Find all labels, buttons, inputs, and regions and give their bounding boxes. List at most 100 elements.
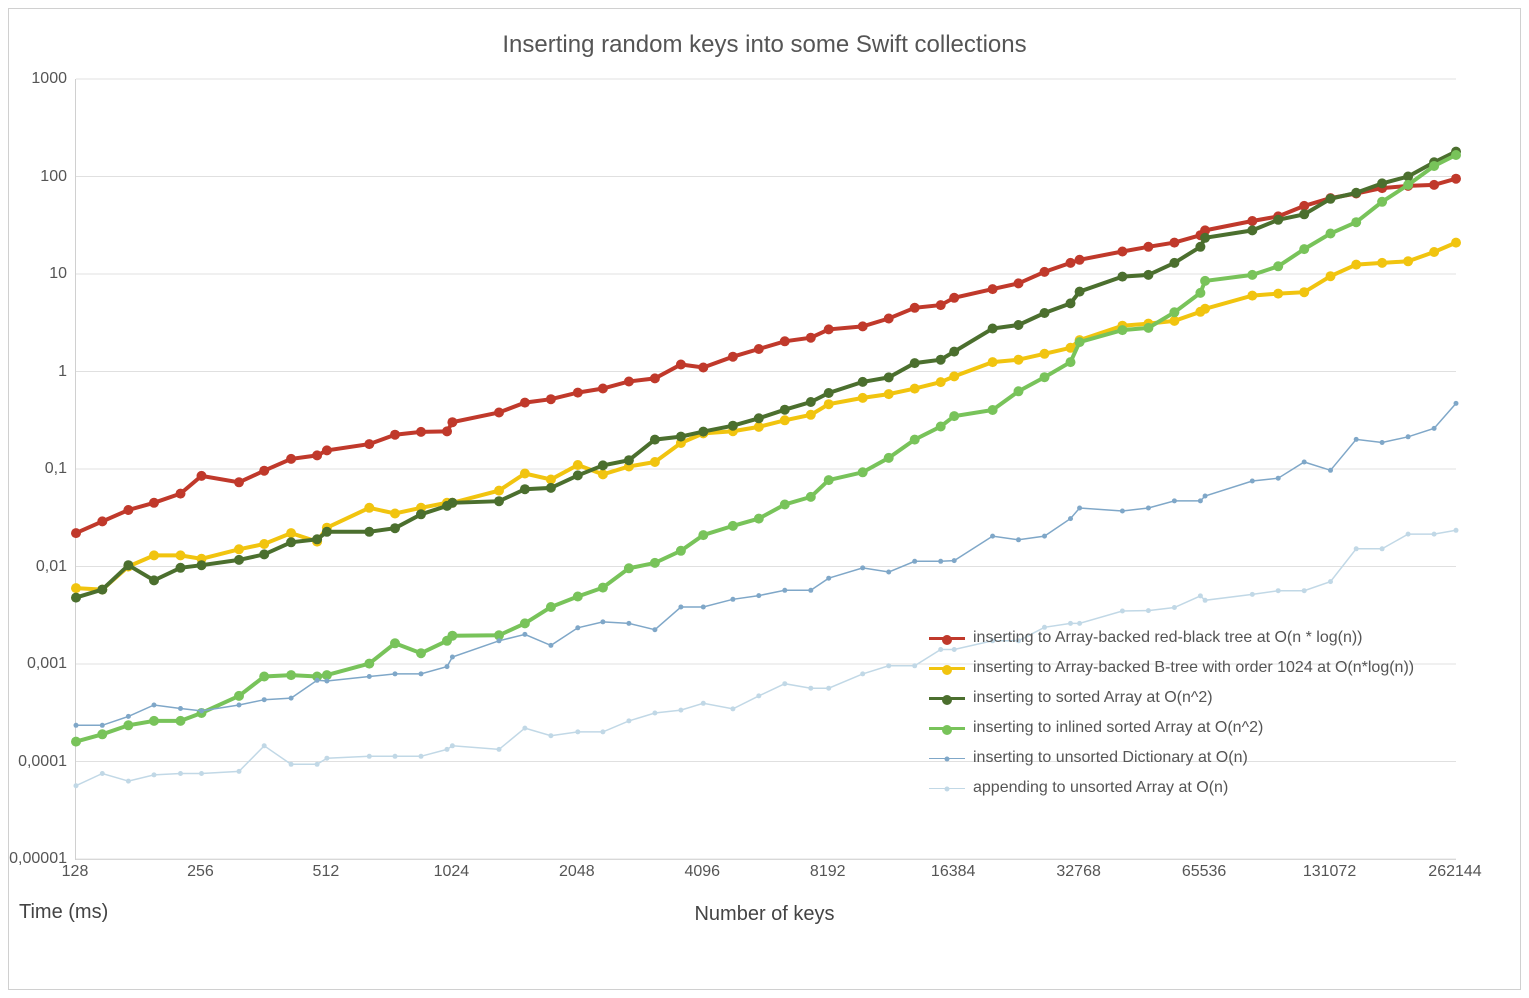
x-tick-label: 2048 [559,863,595,881]
data-marker [782,681,787,686]
data-marker [367,674,372,679]
data-marker [1250,592,1255,597]
legend-label: inserting to Array-backed red-black tree… [973,623,1363,653]
data-marker [1120,509,1125,514]
data-marker [782,588,787,593]
data-marker [650,373,660,383]
x-tick-label: 65536 [1182,863,1227,881]
x-tick-label: 4096 [684,863,720,881]
data-marker [884,453,894,463]
data-marker [178,771,183,776]
data-marker [1247,270,1257,280]
data-marker [149,550,159,560]
data-marker [1172,498,1177,503]
data-marker [858,377,868,387]
data-marker [74,783,79,788]
data-marker [1040,267,1050,277]
x-tick-label: 512 [313,863,340,881]
data-marker [575,625,580,630]
data-marker [701,605,706,610]
data-marker [1276,588,1281,593]
data-marker [197,471,207,481]
data-marker [575,729,580,734]
y-tick-label: 1000 [7,70,67,88]
data-marker [806,333,816,343]
data-marker [259,466,269,476]
data-marker [152,772,157,777]
data-marker [1075,287,1085,297]
legend-swatch [929,727,965,730]
data-marker [74,723,79,728]
data-marker [447,498,457,508]
data-marker [1195,242,1205,252]
data-marker [1143,323,1153,333]
data-marker [754,514,764,524]
data-marker [286,528,296,538]
data-marker [262,697,267,702]
data-marker [1451,238,1461,248]
y-tick-label: 0,1 [7,460,67,478]
data-marker [149,716,159,726]
data-marker [728,521,738,531]
data-marker [416,427,426,437]
data-marker [988,357,998,367]
y-tick-label: 10 [7,265,67,283]
data-marker [520,398,530,408]
data-marker [1302,588,1307,593]
data-marker [1351,260,1361,270]
data-marker [1117,325,1127,335]
data-marker [1169,307,1179,317]
data-marker [1328,579,1333,584]
legend-item: appending to unsorted Array at O(n) [929,773,1414,803]
y-tick-label: 0,01 [7,558,67,576]
data-marker [1351,217,1361,227]
data-marker [176,716,186,726]
data-marker [322,527,332,537]
data-marker [1172,605,1177,610]
data-marker [1068,516,1073,521]
data-marker [390,638,400,648]
data-marker [289,696,294,701]
data-marker [322,445,332,455]
data-marker [698,363,708,373]
data-marker [1403,256,1413,266]
data-marker [952,558,957,563]
data-marker [237,769,242,774]
legend: inserting to Array-backed red-black tree… [929,623,1414,803]
data-marker [522,726,527,731]
data-marker [1299,209,1309,219]
data-marker [730,597,735,602]
data-marker [1075,255,1085,265]
data-marker [1066,357,1076,367]
data-marker [676,360,686,370]
data-marker [1014,278,1024,288]
data-marker [100,723,105,728]
data-marker [123,720,133,730]
data-marker [1273,215,1283,225]
data-marker [573,592,583,602]
data-marker [650,457,660,467]
data-marker [71,528,81,538]
data-marker [701,701,706,706]
data-marker [1354,437,1359,442]
data-marker [858,393,868,403]
data-marker [97,585,107,595]
data-marker [126,779,131,784]
data-marker [624,563,634,573]
data-marker [1302,460,1307,465]
data-marker [520,484,530,494]
data-marker [884,372,894,382]
data-marker [1403,180,1413,190]
data-marker [754,422,764,432]
data-marker [598,469,608,479]
data-marker [286,454,296,464]
data-marker [1299,287,1309,297]
data-marker [1016,537,1021,542]
data-marker [1273,289,1283,299]
data-marker [497,638,502,643]
data-marker [698,427,708,437]
data-marker [286,537,296,547]
data-marker [1354,546,1359,551]
data-marker [1377,178,1387,188]
legend-item: inserting to unsorted Dictionary at O(n) [929,743,1414,773]
